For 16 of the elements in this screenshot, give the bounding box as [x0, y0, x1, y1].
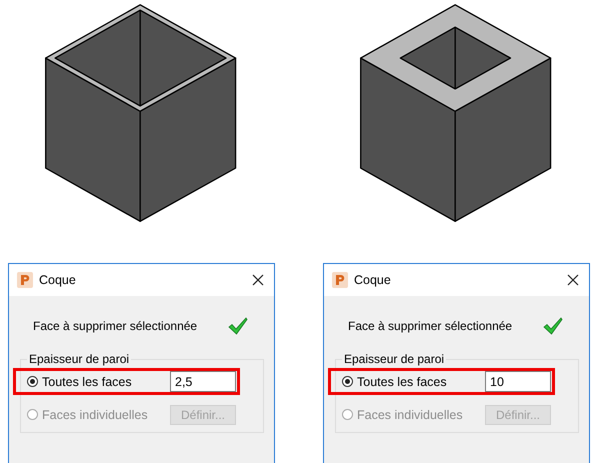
- close-icon[interactable]: [567, 274, 579, 286]
- option-label[interactable]: Toutes les faces: [42, 374, 170, 388]
- option-label[interactable]: Toutes les faces: [357, 374, 485, 388]
- radio-button[interactable]: [27, 376, 38, 387]
- app-icon: [332, 272, 348, 288]
- radio-button[interactable]: [342, 376, 353, 387]
- close-icon[interactable]: [252, 274, 264, 286]
- window-title: Coque: [39, 273, 77, 287]
- thickness-field[interactable]: 10: [485, 371, 551, 392]
- group-label: Epaisseur de paroi: [28, 352, 130, 366]
- window-title: Coque: [354, 273, 392, 287]
- thickness-field[interactable]: 2,5: [170, 371, 236, 392]
- status-label: Face à supprimer sélectionnée: [348, 319, 512, 333]
- group-label: Epaisseur de paroi: [343, 352, 446, 366]
- status-label: Face à supprimer sélectionnée: [33, 319, 198, 333]
- app-icon: [17, 272, 33, 288]
